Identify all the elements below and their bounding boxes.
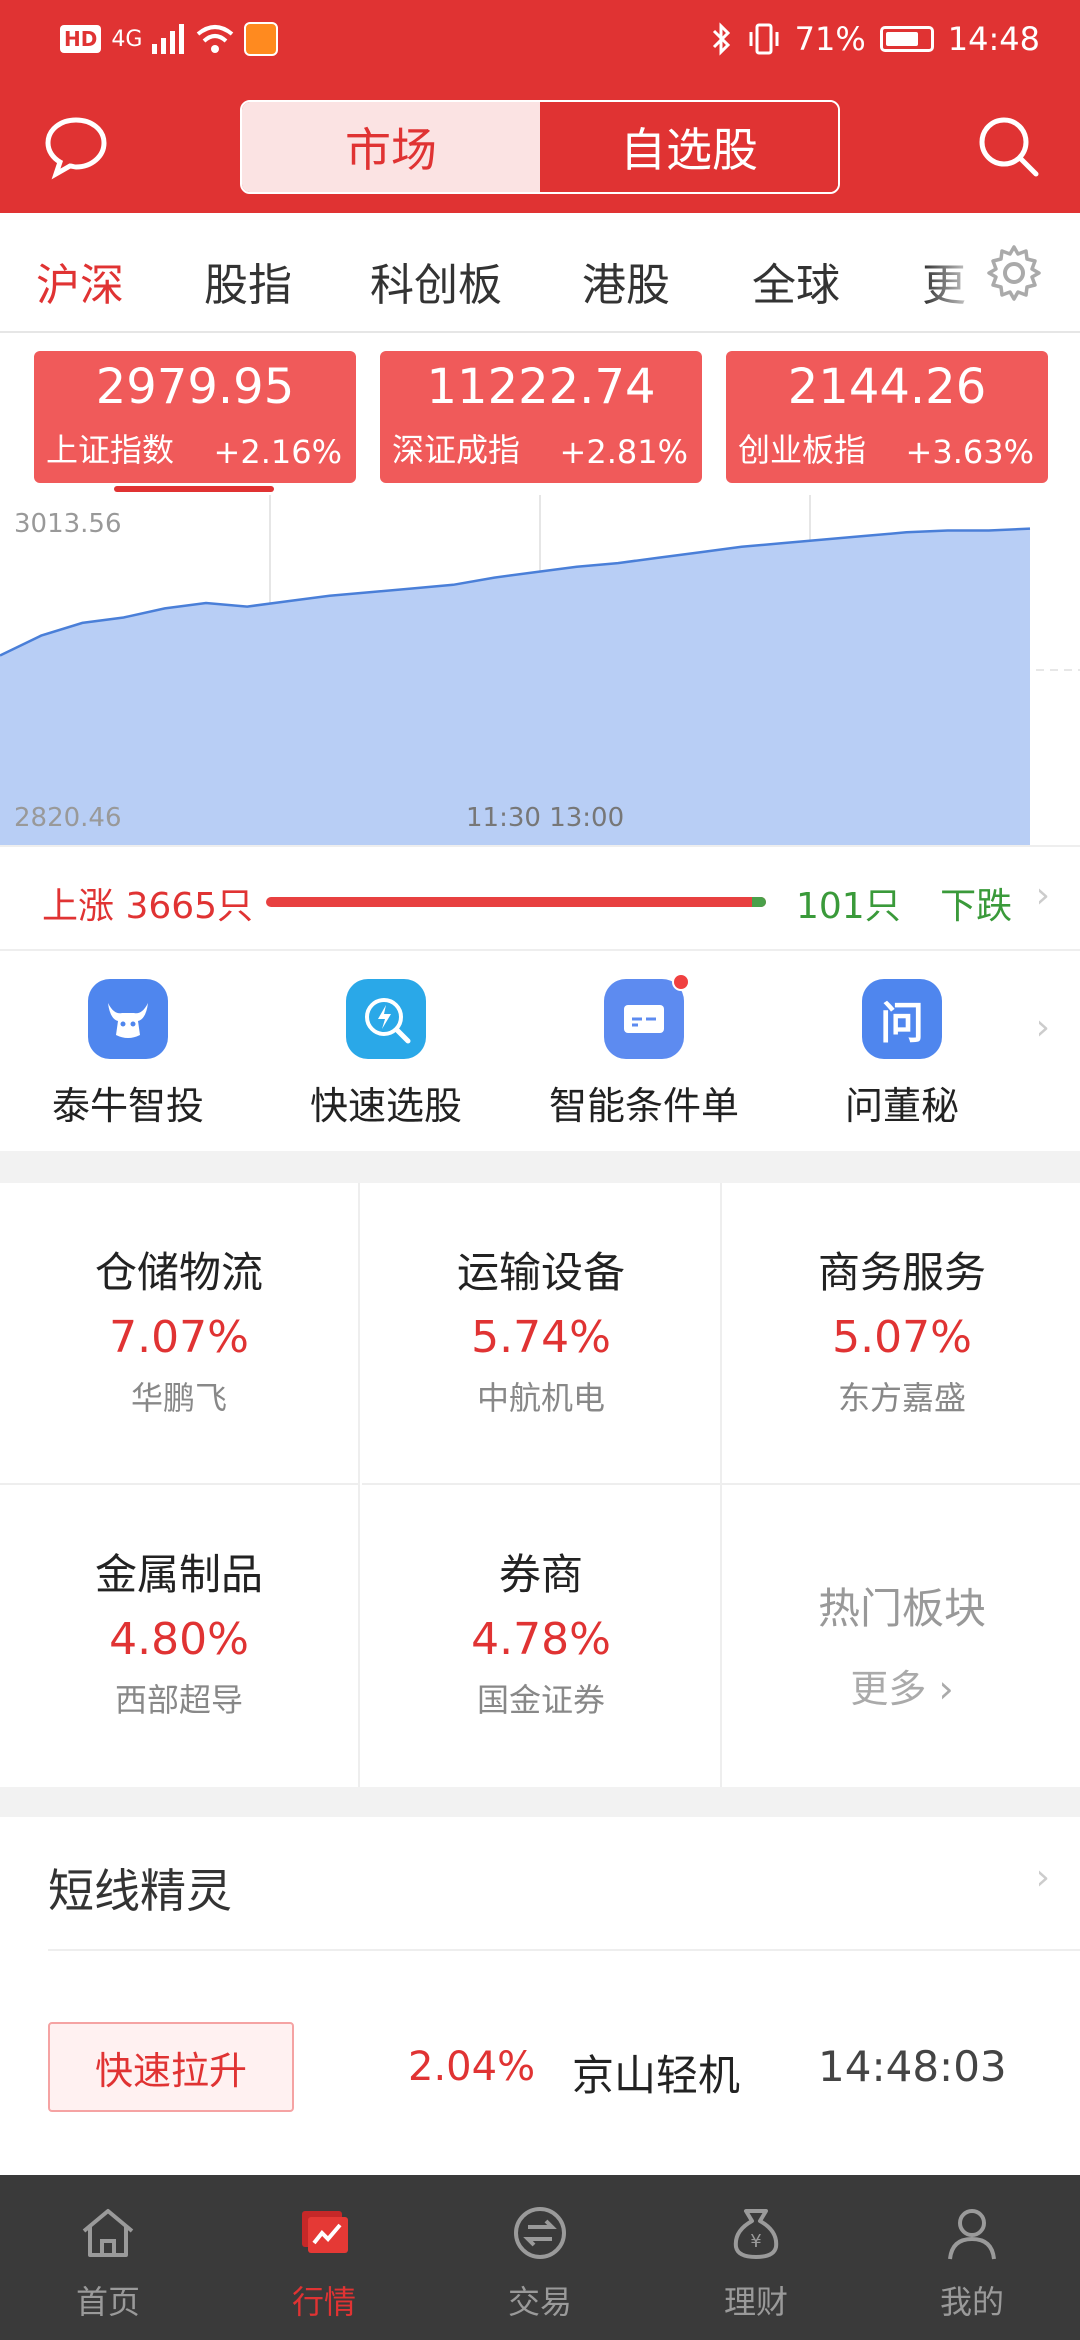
decline-label: 下跌 xyxy=(940,886,1013,927)
nav-profile[interactable]: 我的 xyxy=(864,2201,1080,2323)
sector-card[interactable]: 运输设备 5.74% 中航机电 xyxy=(362,1183,722,1485)
section-title[interactable]: 短线精灵 xyxy=(48,1855,232,1921)
signal-icon xyxy=(152,24,185,54)
hot-sector-grid: 仓储物流 7.07% 华鹏飞 运输设备 5.74% 中航机电 商务服务 5.07… xyxy=(0,1183,1080,1787)
chart-icon xyxy=(302,2211,348,2253)
user-icon xyxy=(948,2209,996,2260)
segment-market[interactable]: 市场 xyxy=(242,102,540,192)
exchange-icon xyxy=(514,2207,566,2259)
bottom-nav: 首页 行情 交易 ¥ 理财 我的 xyxy=(0,2175,1080,2340)
hd-icon: HD xyxy=(60,25,102,53)
signal-change: 2.04% xyxy=(408,2044,536,2090)
ask-icon: 问 xyxy=(862,979,942,1059)
notification-dot xyxy=(672,973,690,991)
advance-decline-ratio xyxy=(266,897,766,907)
hot-sectors-more[interactable]: 热门板块 更多 › xyxy=(722,1485,1080,1787)
advance-count: 上涨 3665只 xyxy=(42,886,254,927)
market-tabs: 沪深 股指 科创板 港股 全球 更 xyxy=(0,213,1080,333)
decline-count: 101只 xyxy=(796,886,901,927)
chart-x-label: 11:30 13:00 xyxy=(466,803,625,833)
chevron-right-icon: › xyxy=(938,1667,954,1711)
gear-icon[interactable] xyxy=(984,243,1044,303)
index-card-shenzhen[interactable]: 11222.74 深证成指 +2.81% xyxy=(380,351,702,483)
sector-card[interactable]: 券商 4.78% 国金证券 xyxy=(362,1485,722,1787)
intraday-chart[interactable]: 3013.56 2820.46 11:30 13:00 xyxy=(0,495,1080,845)
signal-time: 14:48:03 xyxy=(818,2042,1007,2091)
chevron-right-icon[interactable]: › xyxy=(1036,1857,1050,1898)
sector-card[interactable]: 商务服务 5.07% 东方嘉盛 xyxy=(722,1183,1080,1485)
shortline-section: 短线精灵 › 快速拉升 2.04% 京山轻机 14:48:03 xyxy=(0,1817,1080,2177)
tab-index[interactable]: 股指 xyxy=(204,249,292,313)
index-card-chinext[interactable]: 2144.26 创业板指 +3.63% xyxy=(726,351,1048,483)
tool-ask-secretary[interactable]: 问 问董秘 xyxy=(782,979,1022,1130)
index-card-shanghai[interactable]: 2979.95 上证指数 +2.16% xyxy=(34,351,356,483)
segment-watchlist[interactable]: 自选股 xyxy=(540,102,838,192)
signal-stock-name[interactable]: 京山轻机 xyxy=(572,2042,740,2103)
quick-tools: 泰牛智投 快速选股 智能条件单 问 问董秘 › xyxy=(0,951,1080,1151)
search-icon[interactable] xyxy=(974,112,1042,180)
search-lightning-icon xyxy=(346,979,426,1059)
card-icon xyxy=(604,979,684,1059)
tool-tainiu[interactable]: 泰牛智投 xyxy=(8,979,248,1130)
clock: 14:48 xyxy=(947,20,1040,58)
nav-wealth[interactable]: ¥ 理财 xyxy=(648,2201,864,2323)
sector-card[interactable]: 金属制品 4.80% 西部超导 xyxy=(0,1485,360,1787)
nav-market[interactable]: 行情 xyxy=(216,2201,432,2323)
advance-decline-bar[interactable]: 上涨 3665只 101只 下跌 › xyxy=(0,845,1080,951)
message-icon[interactable] xyxy=(42,112,110,180)
active-index-indicator xyxy=(114,486,274,492)
nav-home[interactable]: 首页 xyxy=(0,2201,216,2323)
chevron-right-icon[interactable]: › xyxy=(1036,1007,1050,1048)
tab-global[interactable]: 全球 xyxy=(752,249,840,313)
vibrate-icon xyxy=(749,23,779,55)
chart-y-min: 2820.46 xyxy=(14,803,122,833)
signal-tag[interactable]: 快速拉升 xyxy=(48,2022,294,2112)
tool-quick-pick[interactable]: 快速选股 xyxy=(266,979,506,1130)
svg-text:¥: ¥ xyxy=(750,2231,761,2252)
tab-hushen[interactable]: 沪深 xyxy=(36,249,124,313)
money-bag-icon: ¥ xyxy=(733,2209,779,2259)
bull-icon xyxy=(88,979,168,1059)
status-bar: HD 4G 71% 14:48 xyxy=(0,0,1080,84)
index-cards: 2979.95 上证指数 +2.16% 11222.74 深证成指 +2.81%… xyxy=(0,333,1080,495)
tab-star-market[interactable]: 科创板 xyxy=(370,249,502,313)
chevron-right-icon: › xyxy=(1035,875,1050,916)
battery-icon xyxy=(879,26,934,52)
chart-y-max: 3013.56 xyxy=(14,509,122,539)
tool-smart-order[interactable]: 智能条件单 xyxy=(524,973,764,1130)
network-type: 4G xyxy=(111,26,143,52)
home-icon xyxy=(82,2209,134,2257)
nav-trade[interactable]: 交易 xyxy=(432,2201,648,2323)
market-segment-control: 市场 自选股 xyxy=(240,100,840,194)
tab-hk[interactable]: 港股 xyxy=(582,249,670,313)
wifi-icon xyxy=(197,25,234,53)
sector-card[interactable]: 仓储物流 7.07% 华鹏飞 xyxy=(0,1183,360,1485)
header-bar: HD 4G 71% 14:48 市场 自选股 xyxy=(0,0,1080,213)
battery-percent: 71% xyxy=(794,20,866,58)
bluetooth-icon xyxy=(712,22,730,56)
app-notification-icon xyxy=(244,22,279,56)
